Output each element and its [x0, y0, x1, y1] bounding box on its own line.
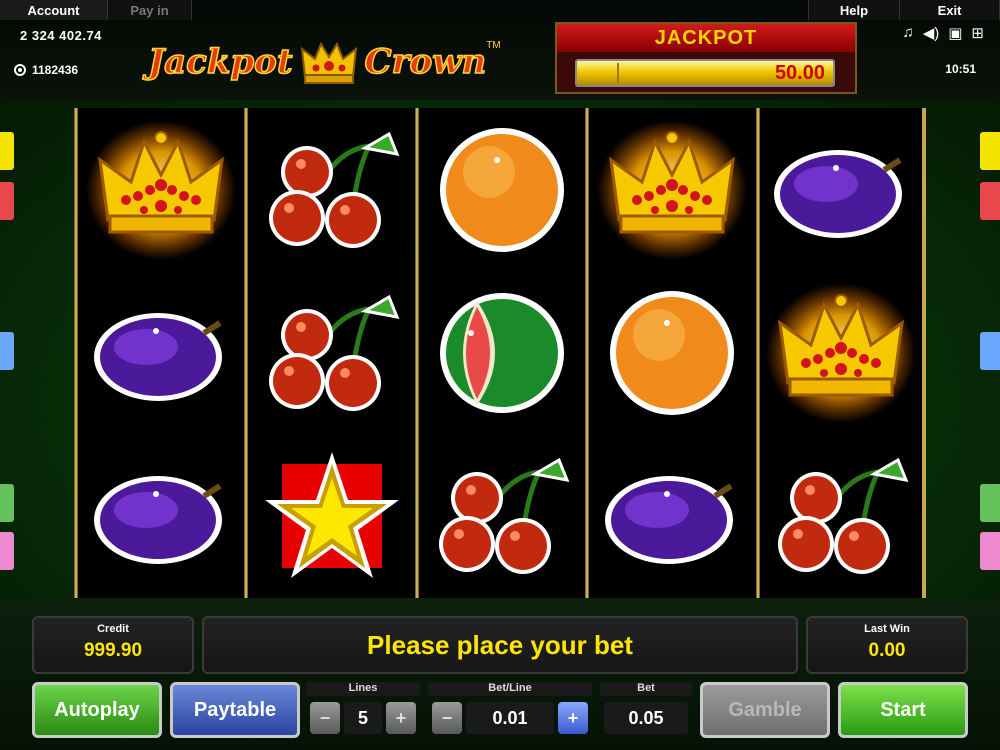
payline-marker-left-3 [0, 332, 14, 370]
plum-symbol [760, 108, 922, 271]
coin-icon [14, 64, 26, 76]
total-bet-value: 0.05 [604, 702, 688, 734]
star-symbol [248, 434, 414, 597]
logo-word-jackpot: Jackpot [147, 41, 293, 83]
jackpot-title: JACKPOT [557, 24, 855, 52]
cherries-symbol [248, 271, 414, 434]
help-button[interactable]: Help [808, 0, 900, 20]
payline-marker-left-2 [0, 182, 14, 220]
game-logo: Jackpot Crown TM [147, 34, 548, 89]
reel-2 [244, 108, 415, 598]
status-message: Please place your bet [367, 630, 633, 660]
bet-controls: Lines − 5 + Bet/Line − 0.01 + Bet 0.05 [306, 682, 694, 738]
lines-label: Lines [306, 682, 420, 696]
trademark-mark: TM [486, 40, 501, 51]
coin-balance: 1182436 [14, 63, 78, 77]
payline-marker-left-5 [0, 532, 14, 570]
crown-symbol [760, 271, 922, 434]
start-button[interactable]: Start [838, 682, 968, 738]
watermelon-symbol [419, 271, 585, 434]
cherries-symbol [248, 108, 414, 271]
last-win-label: Last Win [864, 623, 910, 635]
lines-increase-button[interactable]: + [386, 702, 416, 734]
payline-marker-right-2 [980, 182, 1000, 220]
reel-3 [414, 108, 586, 598]
bet-label: Bet [600, 682, 692, 696]
logo-word-crown: Crown [364, 41, 487, 83]
music-note-icon[interactable]: ♫ [902, 24, 913, 42]
exit-button[interactable]: Exit [900, 0, 1000, 20]
sound-icon[interactable]: ◀) [923, 24, 940, 42]
payline-marker-right-1 [980, 132, 1000, 170]
orange-symbol [419, 108, 585, 271]
jackpot-meter: JACKPOT 50.00 [555, 22, 857, 94]
jackpot-progress-bar: 50.00 [575, 59, 835, 87]
crown-symbol [589, 108, 755, 271]
paytable-button[interactable]: Paytable [170, 682, 300, 738]
orange-symbol [589, 271, 755, 434]
plum-symbol [589, 434, 755, 597]
reel-1 [74, 108, 245, 598]
fullscreen-icon[interactable]: ⊞ [971, 24, 984, 42]
plum-symbol [78, 434, 244, 597]
jackpot-value: 50.00 [774, 62, 825, 84]
bet-per-line-value: 0.01 [466, 702, 554, 734]
bottom-panel: Credit 999.90 Please place your bet Last… [0, 598, 1000, 750]
payline-marker-left-1 [0, 132, 14, 170]
payline-marker-right-5 [980, 532, 1000, 570]
credit-value: 999.90 [83, 640, 143, 661]
last-win-value: 0.00 [868, 640, 906, 661]
bet-per-line-label: Bet/Line [428, 682, 592, 696]
credit-label: Credit [97, 623, 129, 635]
tab-pay-in[interactable]: Pay in [108, 0, 192, 20]
payline-marker-left-4 [0, 484, 14, 522]
clock: 10:51 [945, 62, 976, 76]
tab-account[interactable]: Account [0, 0, 108, 20]
cherries-symbol [760, 434, 922, 597]
lines-decrease-button[interactable]: − [310, 702, 340, 734]
bet-per-line-decrease-button[interactable]: − [432, 702, 462, 734]
cherries-symbol [419, 434, 585, 597]
reel-5 [755, 108, 926, 598]
payline-marker-right-4 [980, 484, 1000, 522]
autoplay-button[interactable]: Autoplay [32, 682, 162, 738]
crown-symbol [78, 108, 244, 271]
settings-icon[interactable]: ▣ [948, 24, 962, 42]
reel-4 [585, 108, 756, 598]
coin-count: 1182436 [32, 63, 79, 77]
payline-marker-right-3 [980, 332, 1000, 370]
account-balance: 2 324 402.74 [20, 28, 102, 43]
bet-per-line-increase-button[interactable]: + [558, 702, 588, 734]
message-display: Please place your bet [202, 616, 798, 674]
top-bar: Account Pay in Help Exit 2 324 402.74 11… [0, 0, 1000, 100]
logo-crown-icon [300, 41, 357, 84]
gamble-button[interactable]: Gamble [700, 682, 830, 738]
last-win-display: Last Win 0.00 [806, 616, 968, 674]
lines-value: 5 [344, 702, 382, 734]
status-icons: ♫ ◀) ▣ ⊞ [902, 24, 984, 42]
credit-display: Credit 999.90 [32, 616, 194, 674]
reels [74, 108, 926, 598]
plum-symbol [78, 271, 244, 434]
